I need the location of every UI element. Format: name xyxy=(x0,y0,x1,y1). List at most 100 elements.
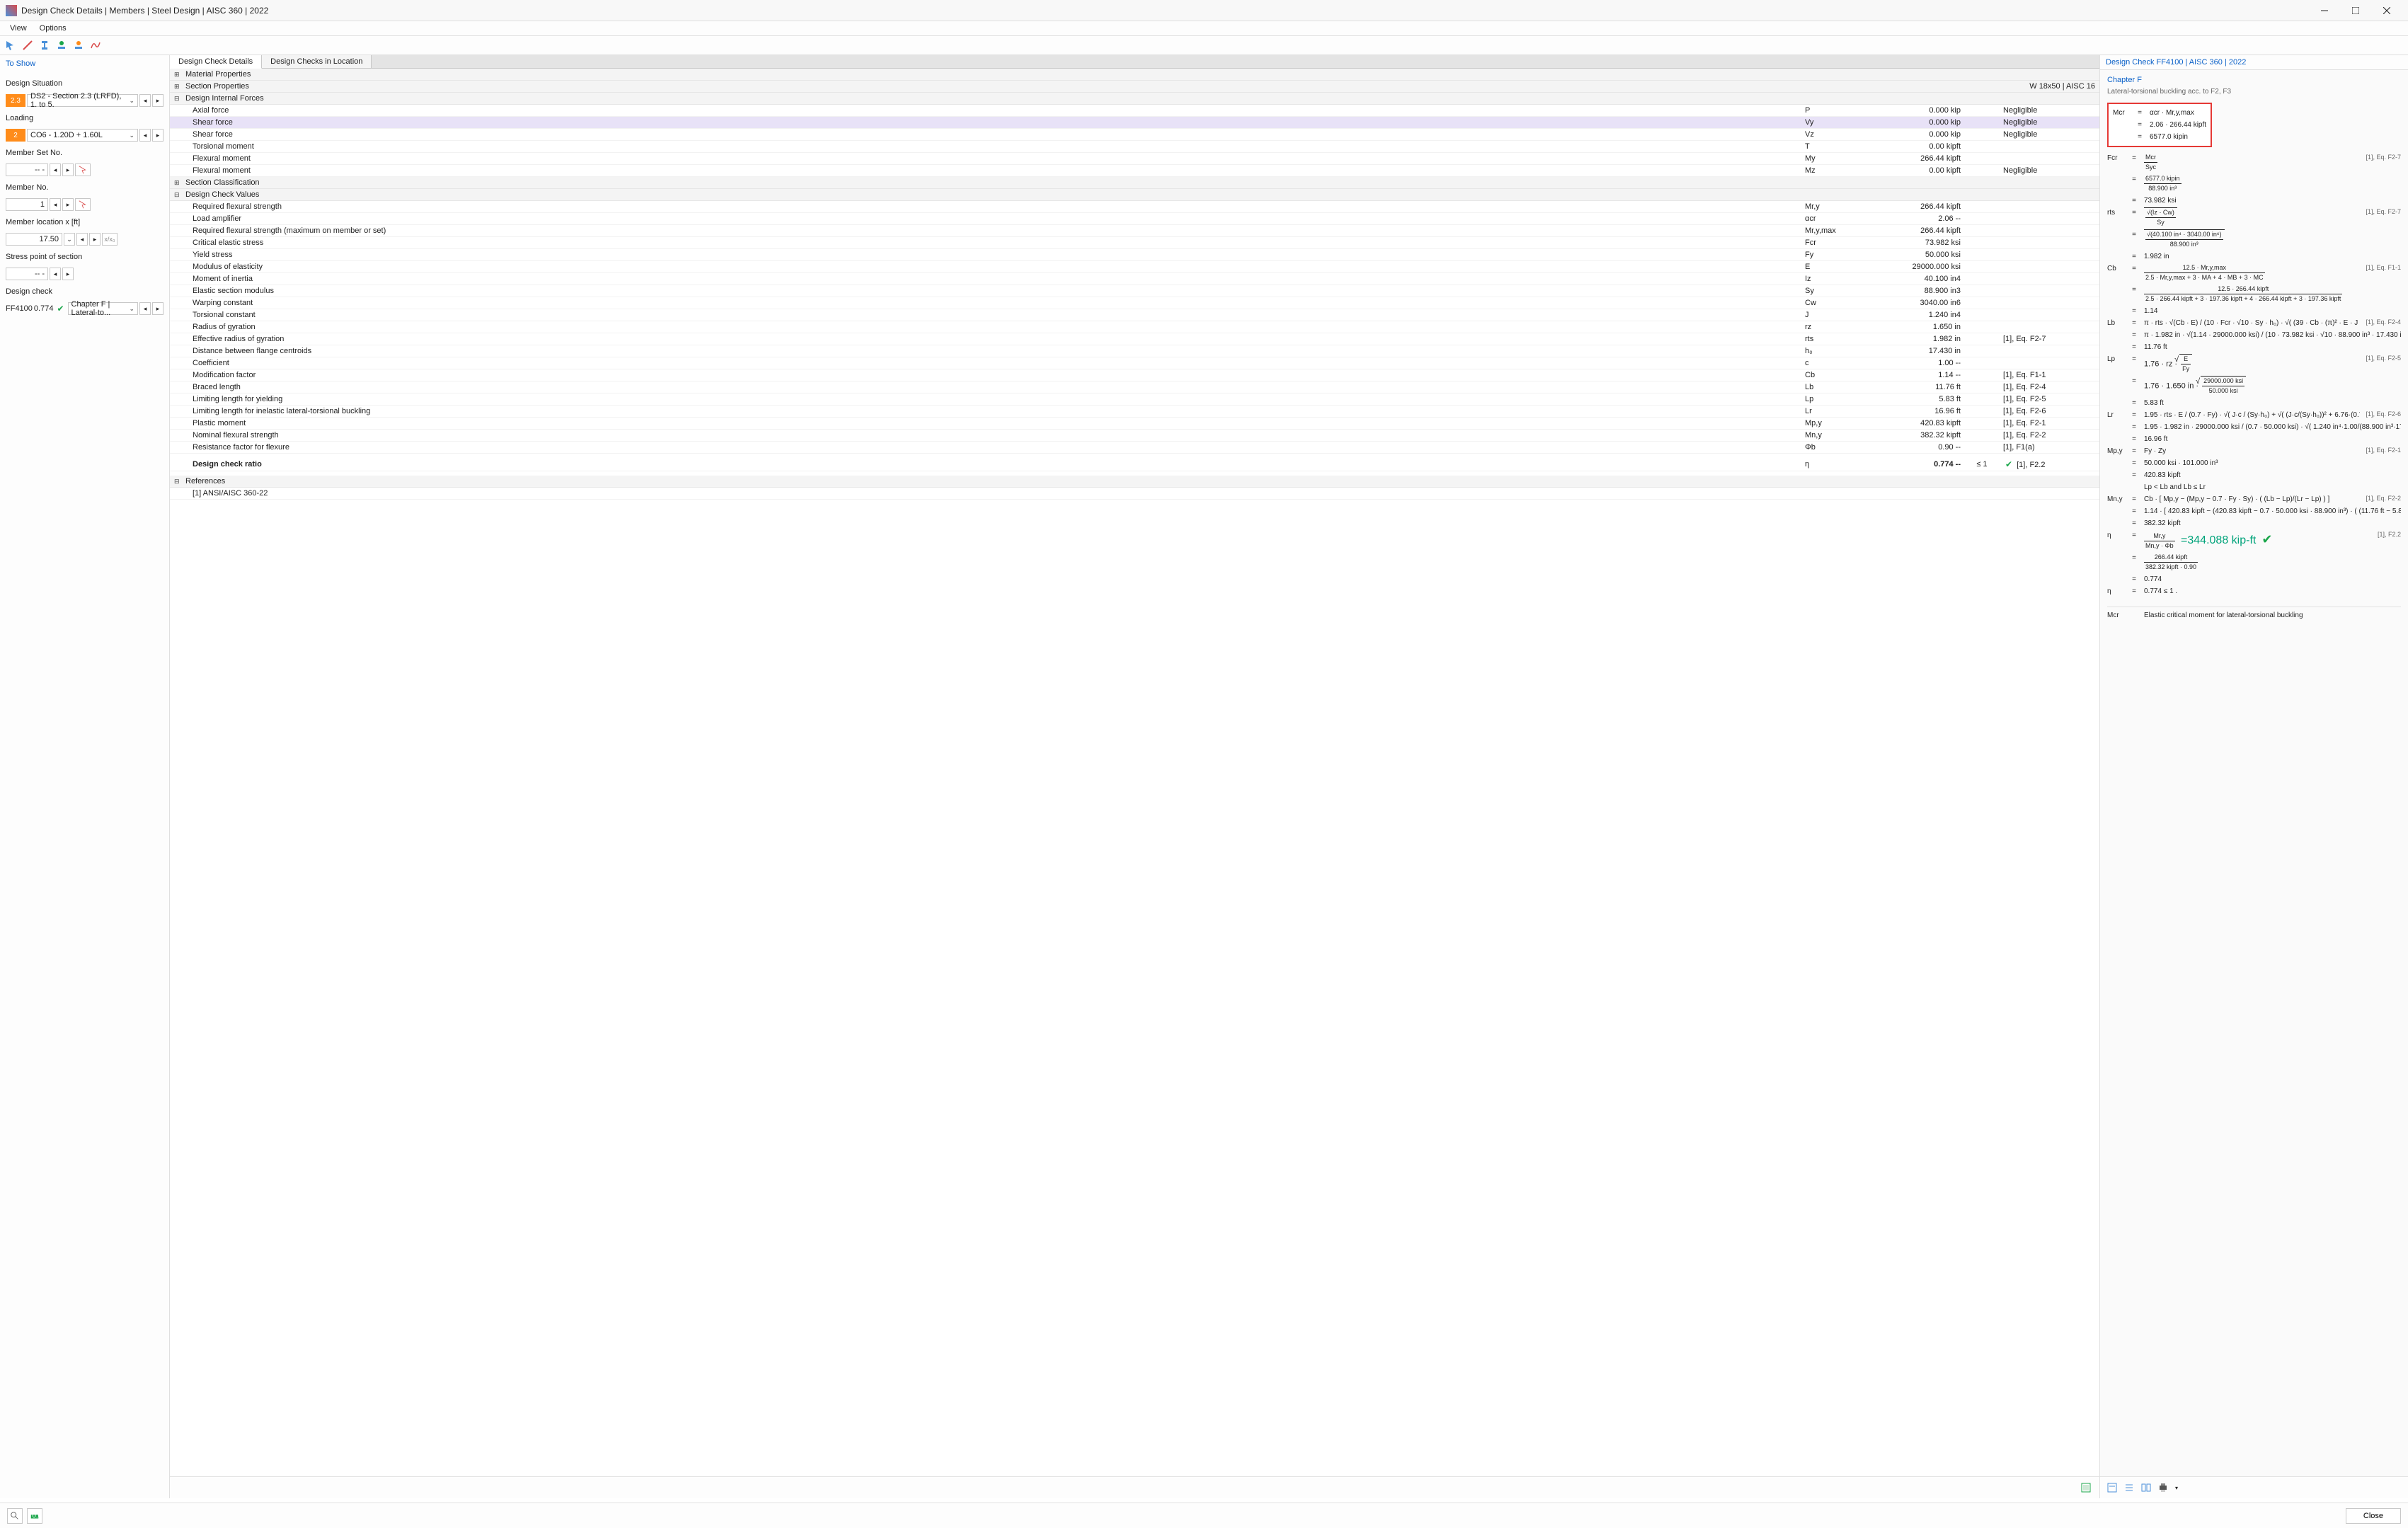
group-references[interactable]: ⊟References xyxy=(170,476,2099,488)
chevron-down-icon: ⌄ xyxy=(129,97,134,105)
member-loc-label: Member location x [ft] xyxy=(6,218,164,226)
loading-prev-button[interactable]: ◂ xyxy=(139,129,151,142)
group-section-classification[interactable]: ⊞Section Classification xyxy=(170,177,2099,189)
table-row[interactable]: Required flexural strengthMr,y266.44 kip… xyxy=(170,201,2099,213)
mn-pick-button[interactable] xyxy=(75,198,91,211)
table-row[interactable]: Shear forceVy0.000 kipNegligible xyxy=(170,117,2099,129)
tab-checks-in-location[interactable]: Design Checks in Location xyxy=(262,55,372,68)
expand-icon: ⊞ xyxy=(174,179,183,187)
table-row[interactable]: Distance between flange centroidsh₀17.43… xyxy=(170,345,2099,357)
close-window-button[interactable] xyxy=(2371,0,2402,21)
table-row[interactable]: Elastic section modulusSy88.900 in3 xyxy=(170,285,2099,297)
design-situation-select[interactable]: DS2 - Section 2.3 (LRFD), 1. to 5.⌄ xyxy=(27,94,138,107)
loading-select[interactable]: CO6 - 1.20D + 1.60L⌄ xyxy=(27,129,138,142)
table-row[interactable]: Axial forceP0.000 kipNegligible xyxy=(170,105,2099,117)
member-no-field[interactable]: 1 xyxy=(6,198,48,211)
table-row[interactable]: Flexural momentMy266.44 kipft xyxy=(170,153,2099,165)
table-row[interactable]: Torsional constantJ1.240 in4 xyxy=(170,309,2099,321)
table-row[interactable]: Limiting length for yieldingLp5.83 ft[1]… xyxy=(170,394,2099,406)
dc-code: FF4100 xyxy=(6,304,33,313)
table-row[interactable]: Coefficientc1.00 -- xyxy=(170,357,2099,369)
menu-view[interactable]: View xyxy=(4,23,33,34)
dc-next-button[interactable]: ▸ xyxy=(152,302,164,315)
table-row[interactable]: Limiting length for inelastic lateral-to… xyxy=(170,406,2099,418)
rt-print-button[interactable] xyxy=(2155,1480,2171,1495)
rt-btn-1[interactable] xyxy=(2104,1480,2120,1495)
ms-next-button[interactable]: ▸ xyxy=(62,163,74,176)
table-row[interactable]: Radius of gyrationrz1.650 in xyxy=(170,321,2099,333)
rt-btn-2[interactable] xyxy=(2121,1480,2137,1495)
expand-icon: ⊞ xyxy=(174,71,183,79)
mid-export-button[interactable] xyxy=(2078,1480,2094,1495)
tool-result-icon[interactable] xyxy=(88,38,103,53)
table-row[interactable]: Modification factorCb1.14 --[1], Eq. F1-… xyxy=(170,369,2099,381)
tool-pointer-icon[interactable] xyxy=(3,38,18,53)
tool-member-icon[interactable] xyxy=(20,38,35,53)
member-no-label: Member No. xyxy=(6,183,164,192)
mn-prev-button[interactable]: ◂ xyxy=(50,198,61,211)
table-row[interactable]: Nominal flexural strengthMn,y382.32 kipf… xyxy=(170,430,2099,442)
loc-toggle-button[interactable]: x/x₀ xyxy=(102,233,117,246)
menu-options[interactable]: Options xyxy=(34,23,72,34)
tool-check2-icon[interactable] xyxy=(71,38,86,53)
ms-prev-button[interactable]: ◂ xyxy=(50,163,61,176)
table-row[interactable]: Resistance factor for flexureΦb0.90 --[1… xyxy=(170,442,2099,454)
table-row[interactable]: Yield stressFy50.000 ksi xyxy=(170,249,2099,261)
loc-next-button[interactable]: ▸ xyxy=(89,233,101,246)
stress-point-field[interactable]: -- - xyxy=(6,268,48,280)
table-row[interactable]: Shear forceVz0.000 kipNegligible xyxy=(170,129,2099,141)
check-ok-icon: ✔ xyxy=(57,304,64,314)
formula-area[interactable]: Chapter F Lateral-torsional buckling acc… xyxy=(2100,70,2408,1476)
mn-next-button[interactable]: ▸ xyxy=(62,198,74,211)
collapse-icon: ⊟ xyxy=(174,191,183,199)
check-ok-icon: ✔ xyxy=(2261,532,2272,546)
table-row[interactable]: Flexural momentMz0.00 kipftNegligible xyxy=(170,165,2099,177)
footer-units-button[interactable]: 0.00 xyxy=(27,1508,42,1524)
loading-next-button[interactable]: ▸ xyxy=(152,129,164,142)
table-row[interactable]: Modulus of elasticityE29000.000 ksi xyxy=(170,261,2099,273)
sp-next-button[interactable]: ▸ xyxy=(62,268,74,280)
member-set-field[interactable]: -- - xyxy=(6,163,48,176)
close-button[interactable]: Close xyxy=(2346,1508,2401,1524)
group-design-internal-forces[interactable]: ⊟Design Internal Forces xyxy=(170,93,2099,105)
ds-next-button[interactable]: ▸ xyxy=(152,94,164,107)
ms-pick-button[interactable] xyxy=(75,163,91,176)
group-design-check-values[interactable]: ⊟Design Check Values xyxy=(170,189,2099,201)
to-show-header: To Show xyxy=(6,58,164,71)
group-section-properties[interactable]: ⊞Section PropertiesW 18x50 | AISC 16 xyxy=(170,81,2099,93)
maximize-button[interactable] xyxy=(2340,0,2371,21)
dc-prev-button[interactable]: ◂ xyxy=(139,302,151,315)
design-check-select[interactable]: Chapter F | Lateral-to...⌄ xyxy=(68,302,138,315)
member-loc-field[interactable]: 17.50 xyxy=(6,233,62,246)
table-row[interactable]: Effective radius of gyrationrts1.982 in[… xyxy=(170,333,2099,345)
rt-print-dropdown[interactable]: ▾ xyxy=(2172,1480,2181,1495)
ds-badge: 2.3 xyxy=(6,94,25,107)
table-row[interactable]: Load amplifierαcr2.06 -- xyxy=(170,213,2099,225)
table-row[interactable]: Moment of inertiaIz40.100 in4 xyxy=(170,273,2099,285)
loc-chev-button[interactable]: ⌄ xyxy=(64,233,75,246)
footer-search-button[interactable] xyxy=(7,1508,23,1524)
tool-check1-icon[interactable] xyxy=(54,38,69,53)
table-row[interactable]: Warping constantCw3040.00 in6 xyxy=(170,297,2099,309)
minimize-button[interactable] xyxy=(2309,0,2340,21)
loading-label: Loading xyxy=(6,114,164,122)
ds-prev-button[interactable]: ◂ xyxy=(139,94,151,107)
table-row[interactable]: Plastic momentMp,y420.83 kipft[1], Eq. F… xyxy=(170,418,2099,430)
mid-panel: Design Check Details Design Checks in Lo… xyxy=(170,55,2100,1498)
group-material-properties[interactable]: ⊞Material Properties xyxy=(170,69,2099,81)
tool-section-icon[interactable] xyxy=(37,38,52,53)
loc-prev-button[interactable]: ◂ xyxy=(76,233,88,246)
left-panel: To Show Design Situation 2.3 DS2 - Secti… xyxy=(0,55,170,1498)
table-row[interactable]: Braced lengthLb11.76 ft[1], Eq. F2-4 xyxy=(170,381,2099,394)
ratio-row[interactable]: Design check ratio η 0.774 -- ≤ 1 ✔ [1],… xyxy=(170,458,2099,471)
app-icon xyxy=(6,5,17,16)
table-row[interactable]: Critical elastic stressFcr73.982 ksi xyxy=(170,237,2099,249)
sp-prev-button[interactable]: ◂ xyxy=(50,268,61,280)
expand-icon: ⊞ xyxy=(174,83,183,91)
details-tree[interactable]: ⊞Material Properties ⊞Section Properties… xyxy=(170,69,2099,1476)
tab-details[interactable]: Design Check Details xyxy=(170,55,262,69)
table-row[interactable]: Torsional momentT0.00 kipft xyxy=(170,141,2099,153)
table-row[interactable]: Required flexural strength (maximum on m… xyxy=(170,225,2099,237)
mid-tabs: Design Check Details Design Checks in Lo… xyxy=(170,55,2099,69)
rt-btn-3[interactable] xyxy=(2138,1480,2154,1495)
